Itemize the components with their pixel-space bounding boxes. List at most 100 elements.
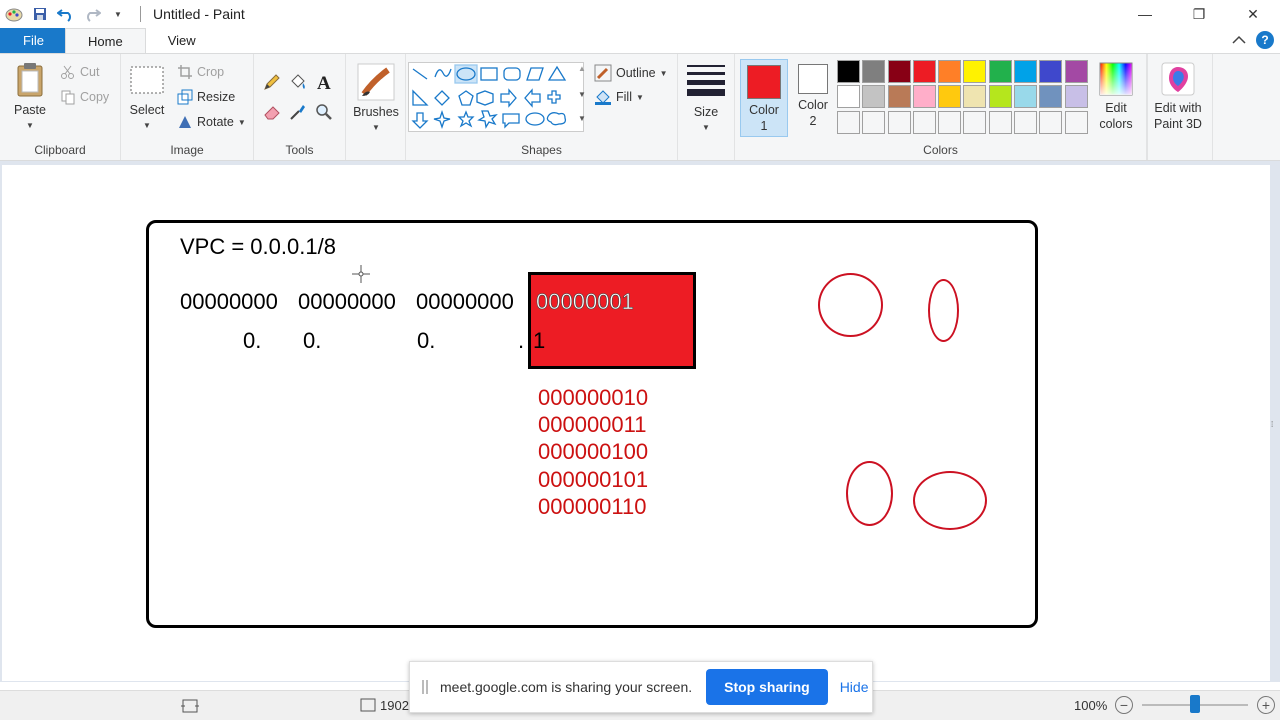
- image-group: Select ▼ Crop Resize Rotate ▼ Image: [121, 54, 254, 160]
- color1-button[interactable]: Color 1: [740, 59, 788, 137]
- palette-color-swatch[interactable]: [938, 85, 962, 109]
- paste-button[interactable]: Paste ▼: [12, 62, 48, 134]
- copy-button[interactable]: Copy: [60, 89, 109, 105]
- quick-access-toolbar: ▼ Untitled - Paint: [0, 0, 245, 28]
- tools-group: A Tools: [254, 54, 346, 160]
- resize-button[interactable]: Resize: [177, 89, 235, 105]
- palette-color-swatch[interactable]: [887, 60, 911, 83]
- palette-color-swatch[interactable]: [1014, 85, 1038, 109]
- undo-icon[interactable]: [56, 4, 76, 24]
- help-icon[interactable]: ?: [1256, 31, 1274, 49]
- tab-file[interactable]: File: [0, 28, 65, 53]
- size-button[interactable]: Size ▼: [686, 64, 726, 136]
- collapse-ribbon-icon[interactable]: [1232, 35, 1246, 45]
- palette-color-swatch[interactable]: [938, 60, 962, 83]
- paste-dropdown-icon: ▼: [26, 121, 34, 130]
- palette-color-swatch[interactable]: [963, 60, 987, 83]
- palette-color-swatch[interactable]: [912, 110, 936, 134]
- binary-octet-3: 00000000: [416, 289, 514, 314]
- palette-color-swatch[interactable]: [988, 85, 1012, 109]
- hide-button[interactable]: Hide: [840, 679, 869, 695]
- redo-icon[interactable]: [82, 4, 102, 24]
- shapes-expand-icon[interactable]: ▼: [578, 114, 586, 123]
- palette-color-swatch[interactable]: [912, 85, 936, 109]
- magnifier-icon[interactable]: [314, 102, 334, 122]
- cut-label: Cut: [80, 65, 100, 79]
- color1-label-line2: 1: [760, 119, 768, 133]
- customize-toolbar-icon[interactable]: ▼: [108, 4, 128, 24]
- canvas-size-text: 1902: [380, 698, 409, 713]
- title-bar: ▼ Untitled - Paint — ❐ ✕: [0, 0, 1280, 28]
- brush-icon: [357, 63, 395, 101]
- rotate-button[interactable]: Rotate ▼: [177, 114, 246, 130]
- color-picker-icon[interactable]: [288, 102, 308, 122]
- palette-color-swatch[interactable]: [837, 85, 860, 109]
- palette-color-swatch[interactable]: [938, 110, 962, 134]
- palette-color-swatch[interactable]: [1039, 85, 1063, 109]
- fill-bucket-icon[interactable]: [288, 72, 308, 92]
- outline-button[interactable]: Outline ▼: [594, 64, 668, 82]
- fill-button[interactable]: Fill ▼: [594, 88, 644, 106]
- drag-handle-icon[interactable]: [422, 680, 428, 694]
- brushes-button[interactable]: Brushes ▼: [350, 62, 402, 136]
- palette-color-swatch[interactable]: [1014, 60, 1038, 83]
- palette-color-swatch[interactable]: [988, 110, 1012, 134]
- select-button[interactable]: Select ▼: [129, 66, 165, 134]
- palette-color-swatch[interactable]: [912, 60, 936, 83]
- text-icon[interactable]: A: [314, 72, 334, 92]
- stop-sharing-button[interactable]: Stop sharing: [706, 669, 828, 705]
- palette-color-swatch[interactable]: [862, 85, 886, 109]
- zoom-in-button[interactable]: +: [1257, 696, 1275, 714]
- canvas-resize-handle-icon[interactable]: ⁞: [1271, 420, 1273, 429]
- shapes-scroll-up-icon[interactable]: ▲: [578, 64, 586, 73]
- palette-color-swatch[interactable]: [862, 60, 886, 83]
- palette-color-swatch[interactable]: [1039, 110, 1063, 134]
- palette-color-swatch[interactable]: [862, 110, 886, 134]
- palette-color-swatch[interactable]: [1064, 110, 1088, 134]
- palette-color-swatch[interactable]: [837, 110, 860, 134]
- ribbon-tabs: File Home View ?: [0, 28, 1280, 53]
- palette-color-swatch[interactable]: [988, 60, 1012, 83]
- resize-label: Resize: [197, 90, 236, 104]
- brushes-dropdown-icon: ▼: [372, 123, 380, 132]
- palette-color-swatch[interactable]: [887, 85, 911, 109]
- cut-button[interactable]: Cut: [60, 64, 99, 80]
- palette-color-swatch[interactable]: [1064, 85, 1088, 109]
- zoom-out-button[interactable]: −: [1115, 696, 1133, 714]
- restore-button[interactable]: ❐: [1172, 0, 1226, 28]
- shapes-scroll-down-icon[interactable]: ▼: [578, 90, 586, 99]
- fill-icon: [595, 90, 611, 105]
- cursor-position-icon: [181, 699, 199, 713]
- palette-color-swatch[interactable]: [1064, 60, 1088, 83]
- ribbon-divider: [1147, 54, 1148, 160]
- image-group-label: Image: [170, 143, 204, 157]
- palette-color-swatch[interactable]: [963, 85, 987, 109]
- edit-with-paint3d-button[interactable]: Edit with Paint 3D: [1150, 62, 1206, 132]
- color2-button[interactable]: Color 2: [791, 59, 835, 137]
- tab-view[interactable]: View: [146, 28, 218, 53]
- binary-octet-4: 00000001: [536, 289, 634, 315]
- drawn-red-rectangle: [528, 272, 696, 369]
- red-binary-5: 000000110: [538, 494, 647, 519]
- copy-icon: [61, 90, 75, 105]
- close-button[interactable]: ✕: [1226, 0, 1280, 28]
- eraser-icon[interactable]: [262, 102, 282, 122]
- minimize-button[interactable]: —: [1118, 0, 1172, 28]
- palette-color-swatch[interactable]: [1039, 60, 1063, 83]
- palette-color-swatch[interactable]: [837, 60, 860, 83]
- tab-home[interactable]: Home: [65, 28, 146, 53]
- save-icon[interactable]: [30, 4, 50, 24]
- edit-colors-button[interactable]: Edit colors: [1092, 62, 1140, 132]
- crop-button[interactable]: Crop: [177, 64, 224, 80]
- palette-color-swatch[interactable]: [1014, 110, 1038, 134]
- paint3d-label-line1: Edit with: [1154, 101, 1202, 115]
- palette-color-swatch[interactable]: [963, 110, 987, 134]
- drawn-wide-ellipse: [913, 471, 987, 530]
- shapes-group-label: Shapes: [521, 143, 562, 157]
- pencil-icon[interactable]: [262, 72, 282, 92]
- paint-app-icon[interactable]: [4, 4, 24, 24]
- red-binary-3: 000000100: [538, 439, 649, 464]
- zoom-slider-thumb[interactable]: [1190, 695, 1200, 713]
- red-binary-1: 000000010: [538, 385, 649, 410]
- palette-color-swatch[interactable]: [887, 110, 911, 134]
